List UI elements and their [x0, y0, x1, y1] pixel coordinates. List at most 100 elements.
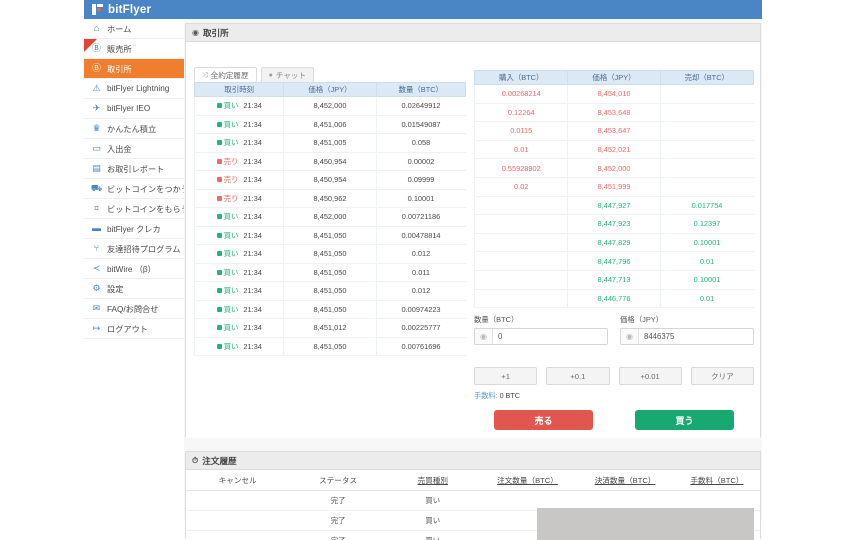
book-ask-cell [660, 177, 753, 196]
order-book-row[interactable]: 0.01158,453,647 [475, 122, 754, 141]
sidebar-item-7[interactable]: ▤お取引レポート [84, 159, 184, 179]
book-bid-cell [475, 252, 568, 271]
trade-row: 売り21:348,450,9540.00002 [195, 152, 466, 171]
history-cancel-cell [186, 531, 289, 540]
rocket-icon: ✈ [91, 103, 102, 114]
order-history-panel: ⏱ 注文履歴 キャンセルステータス売買種別注文数量（BTC）決済数量（BTC）手… [185, 451, 761, 539]
trade-row: 買い21:348,451,0500.00478814 [195, 226, 466, 245]
order-book-row[interactable]: 8,447,7130.10001 [475, 270, 754, 289]
sidebar-item-label: 販売所 [107, 43, 132, 55]
sidebar-item-5[interactable]: ♛かんたん積立 [84, 119, 184, 139]
trade-price-cell: 8,450,954 [284, 152, 376, 171]
sidebar-item-10[interactable]: ▬bitFlyer クレカ [84, 219, 184, 239]
order-book-row[interactable]: 0.018,452,021 [475, 140, 754, 159]
history-col-5: 手数料（BTC） [674, 470, 760, 491]
order-history-header: ⏱ 注文履歴 [186, 452, 760, 470]
sidebar-item-label: 取引所 [107, 63, 132, 75]
sidebar-item-13[interactable]: ⚙設定 [84, 279, 184, 299]
trade-row: 買い21:348,451,0500.011 [195, 263, 466, 282]
sidebar-item-14[interactable]: ✉FAQ/お問合せ [84, 299, 184, 319]
sidebar-item-label: かんたん積立 [107, 123, 156, 135]
quick-amount-button-0[interactable]: +1 [474, 367, 537, 385]
trade-row: 買い21:348,452,0000.02649912 [195, 97, 466, 116]
sell-button[interactable]: 売る [494, 410, 593, 430]
order-history-header-row: キャンセルステータス売買種別注文数量（BTC）決済数量（BTC）手数料（BTC） [186, 470, 760, 491]
order-book-row[interactable]: 0.002682148,454,016 [475, 85, 754, 104]
sidebar-item-8[interactable]: ⛟ビットコインをつかう [84, 179, 184, 199]
trade-row: 売り21:348,450,9540.09999 [195, 171, 466, 190]
sidebar-item-4[interactable]: ✈bitFlyer IEO [84, 99, 184, 119]
book-price-cell: 8,453,648 [568, 103, 660, 122]
tab-0[interactable]: ⤨全約定履歴 [194, 67, 257, 83]
clock-badge-icon: ⏱ [192, 456, 198, 466]
book-ask-cell: 0.10001 [660, 270, 753, 289]
trade-row: 買い21:348,451,0500.00761696 [195, 337, 466, 356]
sidebar-item-1[interactable]: Ⓑ 販売所 [84, 39, 184, 59]
amount-input[interactable] [493, 329, 607, 344]
exchange-panel-header: ◉ 取引所 [186, 24, 760, 42]
book-ask-cell [660, 85, 753, 104]
credit-card-icon: ▬ [91, 223, 102, 234]
book-ask-cell: 0.10001 [660, 233, 753, 252]
quick-amount-buttons: +1 +0.1 +0.01 クリア [474, 367, 754, 385]
circle-b-icon: Ⓑ [91, 63, 102, 74]
order-history-title: 注文履歴 [202, 455, 236, 467]
order-book-row[interactable]: 8,447,8290.10001 [475, 233, 754, 252]
book-price-cell: 8,451,999 [568, 177, 660, 196]
quick-amount-button-3[interactable]: クリア [691, 367, 754, 385]
book-bid-cell: 0.55928902 [475, 159, 568, 178]
order-book-row[interactable]: 8,446,7760.01 [475, 289, 754, 308]
tab-label: チャット [276, 70, 306, 81]
price-input[interactable] [639, 329, 753, 344]
book-bid-cell [475, 215, 568, 234]
sidebar-item-label: 設定 [107, 283, 123, 295]
order-book-row[interactable]: 0.028,451,999 [475, 177, 754, 196]
trade-size-cell: 0.011 [376, 263, 465, 282]
trade-size-cell: 0.01549087 [376, 115, 465, 134]
book-header-row: 購入（BTC） 価格（JPY） 売却（BTC） [475, 71, 754, 85]
trade-time-cell: 買い21:34 [195, 226, 284, 245]
exchange-panel-title: 取引所 [203, 27, 229, 39]
history-cancel-cell [186, 491, 289, 511]
sidebar-item-0[interactable]: ⌂ホーム [84, 19, 184, 39]
cart-icon: ⛟ [91, 183, 102, 194]
price-label: 価格（JPY） [620, 314, 754, 325]
buy-button[interactable]: 買う [635, 410, 734, 430]
order-book-table: 購入（BTC） 価格（JPY） 売却（BTC） 0.002682148,454,… [474, 70, 754, 308]
trade-time-cell: 買い21:34 [195, 134, 284, 153]
circle-b-icon: Ⓑ [91, 43, 102, 54]
order-book-row[interactable]: 8,447,9270.017754 [475, 196, 754, 215]
quick-amount-button-1[interactable]: +0.1 [546, 367, 609, 385]
sidebar-item-label: お取引レポート [107, 163, 164, 175]
order-book-row[interactable]: 8,447,7960.01 [475, 252, 754, 271]
sidebar-item-9[interactable]: ⌗ビットコインをもらう [84, 199, 184, 219]
book-ask-cell: 0.01 [660, 289, 753, 308]
trade-time-cell: 買い21:34 [195, 115, 284, 134]
brand-name: bitFlyer [108, 4, 151, 16]
trade-size-cell: 0.00225777 [376, 319, 465, 338]
trade-size-cell: 0.058 [376, 134, 465, 153]
trade-row: 買い21:348,451,0050.058 [195, 134, 466, 153]
history-col-1: ステータス [289, 470, 387, 491]
gift-grid-icon: ⌗ [91, 203, 102, 214]
fee-note: 手数料: 0 BTC [474, 391, 754, 401]
sidebar-item-15[interactable]: ↦ログアウト [84, 319, 184, 339]
exchange-panel: ◉ 取引所 ⤨全約定履歴●チャット 取引時刻 価格（JPY） 数量（BTC） [185, 23, 761, 437]
book-ask-cell: 0.017754 [660, 196, 753, 215]
quick-amount-button-2[interactable]: +0.01 [619, 367, 682, 385]
tab-1[interactable]: ●チャット [261, 67, 315, 83]
sidebar-item-3[interactable]: ⚠bitFlyer Lightning [84, 79, 184, 99]
sidebar-item-6[interactable]: ▭入出金 [84, 139, 184, 159]
bitflyer-logo-icon [92, 4, 103, 15]
sidebar-item-2[interactable]: Ⓑ 取引所 [84, 59, 184, 79]
order-book-row[interactable]: 0.122648,453,648 [475, 103, 754, 122]
book-ask-cell [660, 140, 753, 159]
wallet-icon: ▭ [91, 143, 102, 154]
order-book-row[interactable]: 8,447,9230.12397 [475, 215, 754, 234]
mail-icon: ✉ [91, 303, 102, 314]
trade-row: 売り21:348,450,9620.10001 [195, 189, 466, 208]
sidebar-item-11[interactable]: ⑂友達招待プログラム [84, 239, 184, 259]
order-book-row[interactable]: 0.559289028,452,000 [475, 159, 754, 178]
history-col-4: 決済数量（BTC） [576, 470, 674, 491]
sidebar-item-12[interactable]: ≺bitWire （β） [84, 259, 184, 279]
